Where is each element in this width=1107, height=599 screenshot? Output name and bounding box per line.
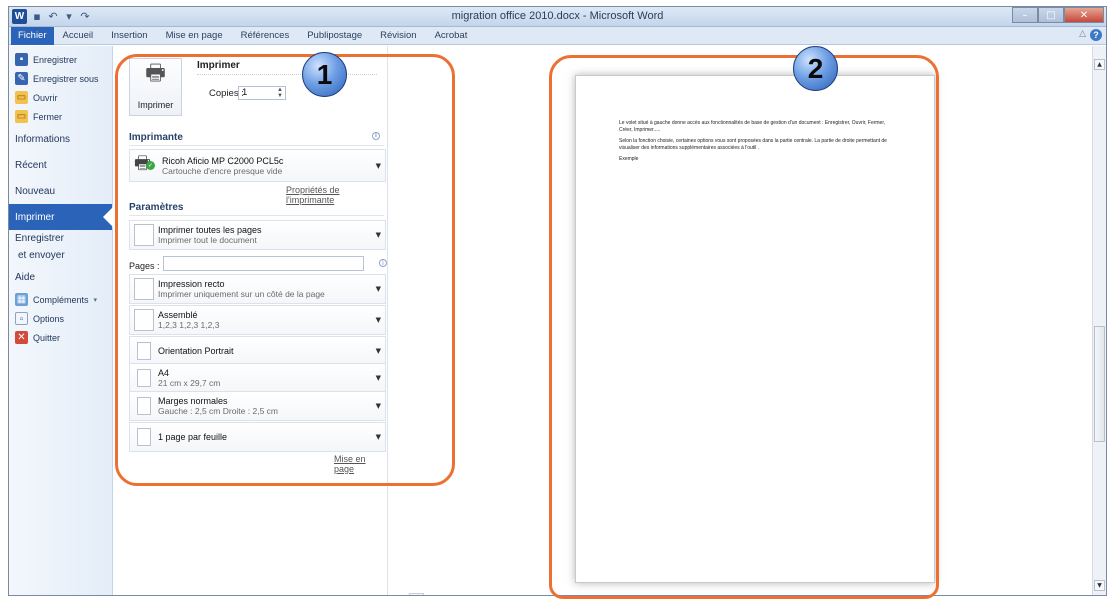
scroll-thumb[interactable] bbox=[1094, 326, 1105, 442]
addins-icon: ▦ bbox=[15, 293, 28, 306]
nav-save[interactable]: ▪ Enregistrer bbox=[9, 50, 112, 69]
nav-close[interactable]: ▭ Fermer bbox=[9, 107, 112, 126]
minimize-button[interactable]: – bbox=[1012, 7, 1038, 23]
nav-save-as[interactable]: ✎ Enregistrer sous bbox=[9, 69, 112, 88]
open-folder-icon: ▭ bbox=[15, 91, 28, 104]
close-window-button[interactable]: ✕ bbox=[1064, 7, 1104, 23]
nav-save-as-label: Enregistrer sous bbox=[33, 73, 99, 84]
scroll-down-icon[interactable]: ▼ bbox=[1094, 580, 1105, 591]
scroll-up-icon[interactable]: ▲ bbox=[1094, 59, 1105, 70]
nav-save-send-line2: et envoyer bbox=[18, 249, 65, 261]
annotation-box-2 bbox=[549, 55, 939, 599]
maximize-button[interactable]: □ bbox=[1038, 7, 1064, 23]
addins-dropdown-icon: ▾ bbox=[93, 296, 98, 304]
nav-addins[interactable]: ▦ Compléments ▾ bbox=[9, 290, 112, 309]
tab-accueil[interactable]: Accueil bbox=[54, 27, 103, 45]
save-icon: ▪ bbox=[15, 53, 28, 66]
window-title: migration office 2010.docx - Microsoft W… bbox=[451, 10, 664, 22]
screenshot-frame: W ▪ ↶ ▾ ↷ migration office 2010.docx - M… bbox=[0, 0, 1107, 599]
vertical-scrollbar[interactable]: ▲ ▼ bbox=[1092, 46, 1106, 595]
help-icon[interactable]: ? bbox=[1090, 29, 1102, 41]
nav-info[interactable]: Informations bbox=[9, 126, 112, 152]
annotation-badge-1: 1 bbox=[302, 52, 347, 97]
nav-addins-label: Compléments bbox=[33, 294, 89, 305]
nav-new[interactable]: Nouveau bbox=[9, 178, 112, 204]
close-folder-icon: ▭ bbox=[15, 110, 28, 123]
nav-save-send-line1: Enregistrer bbox=[15, 232, 64, 244]
page-navigation-button[interactable] bbox=[409, 593, 424, 595]
tab-mise-en-page[interactable]: Mise en page bbox=[157, 27, 232, 45]
nav-options-label: Options bbox=[33, 313, 65, 324]
ribbon-tabs: Fichier Accueil Insertion Mise en page R… bbox=[9, 26, 1106, 45]
tab-insertion[interactable]: Insertion bbox=[102, 27, 156, 45]
nav-recent[interactable]: Récent bbox=[9, 152, 112, 178]
options-icon: ▫ bbox=[15, 312, 28, 325]
nav-save-and-send[interactable]: Enregistrer et envoyer bbox=[9, 230, 112, 264]
backstage-nav: ▪ Enregistrer ✎ Enregistrer sous ▭ Ouvri… bbox=[9, 46, 113, 595]
window-controls: – □ ✕ bbox=[1012, 7, 1104, 23]
quit-icon: ✕ bbox=[15, 331, 28, 344]
tab-references[interactable]: Références bbox=[232, 27, 299, 45]
annotation-badge-2: 2 bbox=[793, 46, 838, 91]
tab-fichier[interactable]: Fichier bbox=[11, 26, 54, 45]
nav-open[interactable]: ▭ Ouvrir bbox=[9, 88, 112, 107]
nav-help[interactable]: Aide bbox=[9, 264, 112, 290]
nav-quit[interactable]: ✕ Quitter bbox=[9, 328, 112, 347]
nav-save-label: Enregistrer bbox=[33, 54, 78, 65]
annotation-box-1 bbox=[115, 54, 455, 486]
tab-publipostage[interactable]: Publipostage bbox=[298, 27, 371, 45]
nav-options[interactable]: ▫ Options bbox=[9, 309, 112, 328]
nav-open-label: Ouvrir bbox=[33, 92, 58, 103]
nav-close-label: Fermer bbox=[33, 111, 62, 122]
minimize-ribbon-icon[interactable]: △ bbox=[1079, 29, 1086, 39]
tab-revision[interactable]: Révision bbox=[371, 27, 425, 45]
save-as-icon: ✎ bbox=[15, 72, 28, 85]
nav-quit-label: Quitter bbox=[33, 332, 61, 343]
tab-acrobat[interactable]: Acrobat bbox=[426, 27, 477, 45]
title-bar: W ▪ ↶ ▾ ↷ migration office 2010.docx - M… bbox=[9, 7, 1106, 27]
nav-print[interactable]: Imprimer bbox=[9, 204, 113, 230]
